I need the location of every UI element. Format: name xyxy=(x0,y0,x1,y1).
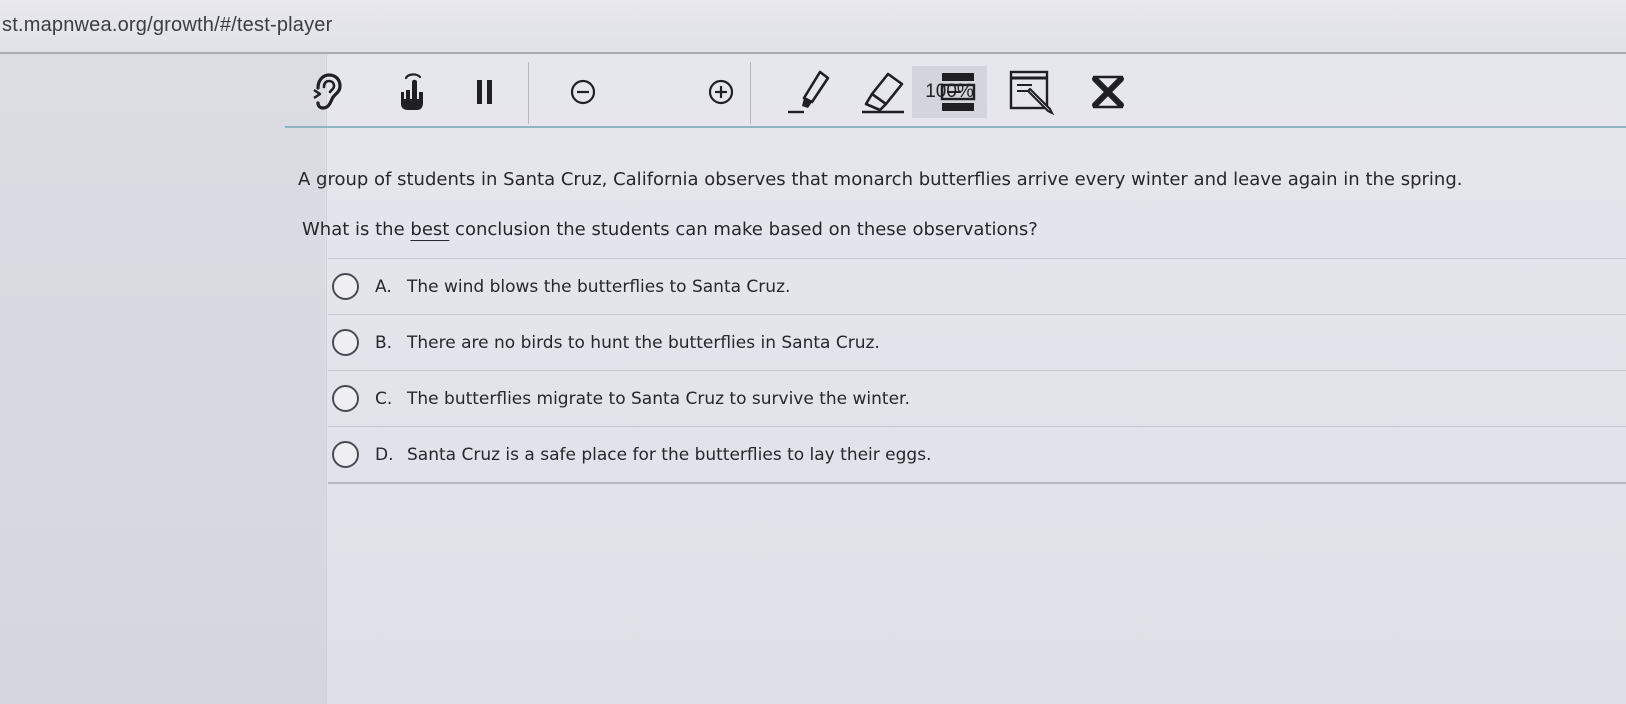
answer-eliminator-icon xyxy=(1089,73,1127,111)
line-reader-button[interactable] xyxy=(933,58,983,126)
highlighter-icon xyxy=(786,68,836,116)
answer-choices: A. The wind blows the butterflies to San… xyxy=(328,258,1626,484)
question-stem: A group of students in Santa Cruz, Calif… xyxy=(298,169,1463,190)
answer-choice-a[interactable]: A. The wind blows the butterflies to San… xyxy=(328,258,1626,314)
choice-text: Santa Cruz is a safe place for the butte… xyxy=(407,444,932,465)
notepad-icon xyxy=(1008,69,1058,115)
choice-letter: D. xyxy=(375,444,394,465)
answer-choice-b[interactable]: B. There are no birds to hunt the butter… xyxy=(328,314,1626,370)
prompt-emphasis: best xyxy=(410,219,450,240)
pause-button[interactable] xyxy=(465,58,505,126)
pause-icon xyxy=(473,76,497,108)
choice-text: There are no birds to hunt the butterfli… xyxy=(407,332,880,353)
radio-button[interactable] xyxy=(332,273,359,300)
line-reader-icon xyxy=(939,70,977,114)
url-text[interactable]: st.mapnwea.org/growth/#/test-player xyxy=(2,14,333,37)
radio-button[interactable] xyxy=(332,441,359,468)
radio-button[interactable] xyxy=(332,385,359,412)
choice-text: The butterflies migrate to Santa Cruz to… xyxy=(407,388,910,409)
listen-button[interactable] xyxy=(302,58,352,126)
answer-choice-d[interactable]: D. Santa Cruz is a safe place for the bu… xyxy=(328,426,1626,484)
choice-letter: C. xyxy=(375,388,393,409)
zoom-out-button[interactable] xyxy=(565,58,601,126)
raise-hand-button[interactable] xyxy=(387,58,437,126)
eraser-button[interactable] xyxy=(855,58,911,126)
prompt-text-start: What is the xyxy=(302,219,411,240)
toolbar-separator xyxy=(285,126,1626,128)
answer-choice-c[interactable]: C. The butterflies migrate to Santa Cruz… xyxy=(328,370,1626,426)
notepad-button[interactable] xyxy=(1005,58,1061,126)
choice-text: The wind blows the butterflies to Santa … xyxy=(407,276,791,297)
zoom-out-icon xyxy=(569,78,597,106)
highlighter-button[interactable] xyxy=(783,58,839,126)
answer-eliminator-button[interactable] xyxy=(1083,58,1133,126)
prompt-text-end: conclusion the students can make based o… xyxy=(449,219,1038,240)
browser-address-bar[interactable]: st.mapnwea.org/growth/#/test-player xyxy=(0,0,1626,54)
listen-ear-icon xyxy=(310,72,344,112)
zoom-in-button[interactable] xyxy=(703,58,739,126)
toolbar-divider xyxy=(750,62,751,124)
raise-hand-icon xyxy=(395,72,429,112)
zoom-in-icon xyxy=(707,78,735,106)
choice-letter: A. xyxy=(375,276,392,297)
question-prompt: What is the best conclusion the students… xyxy=(302,218,1302,242)
eraser-icon xyxy=(858,68,908,116)
left-panel xyxy=(0,54,325,704)
toolbar-divider xyxy=(528,62,529,124)
radio-button[interactable] xyxy=(332,329,359,356)
choice-letter: B. xyxy=(375,332,393,353)
test-toolbar: 100% xyxy=(285,58,1626,126)
